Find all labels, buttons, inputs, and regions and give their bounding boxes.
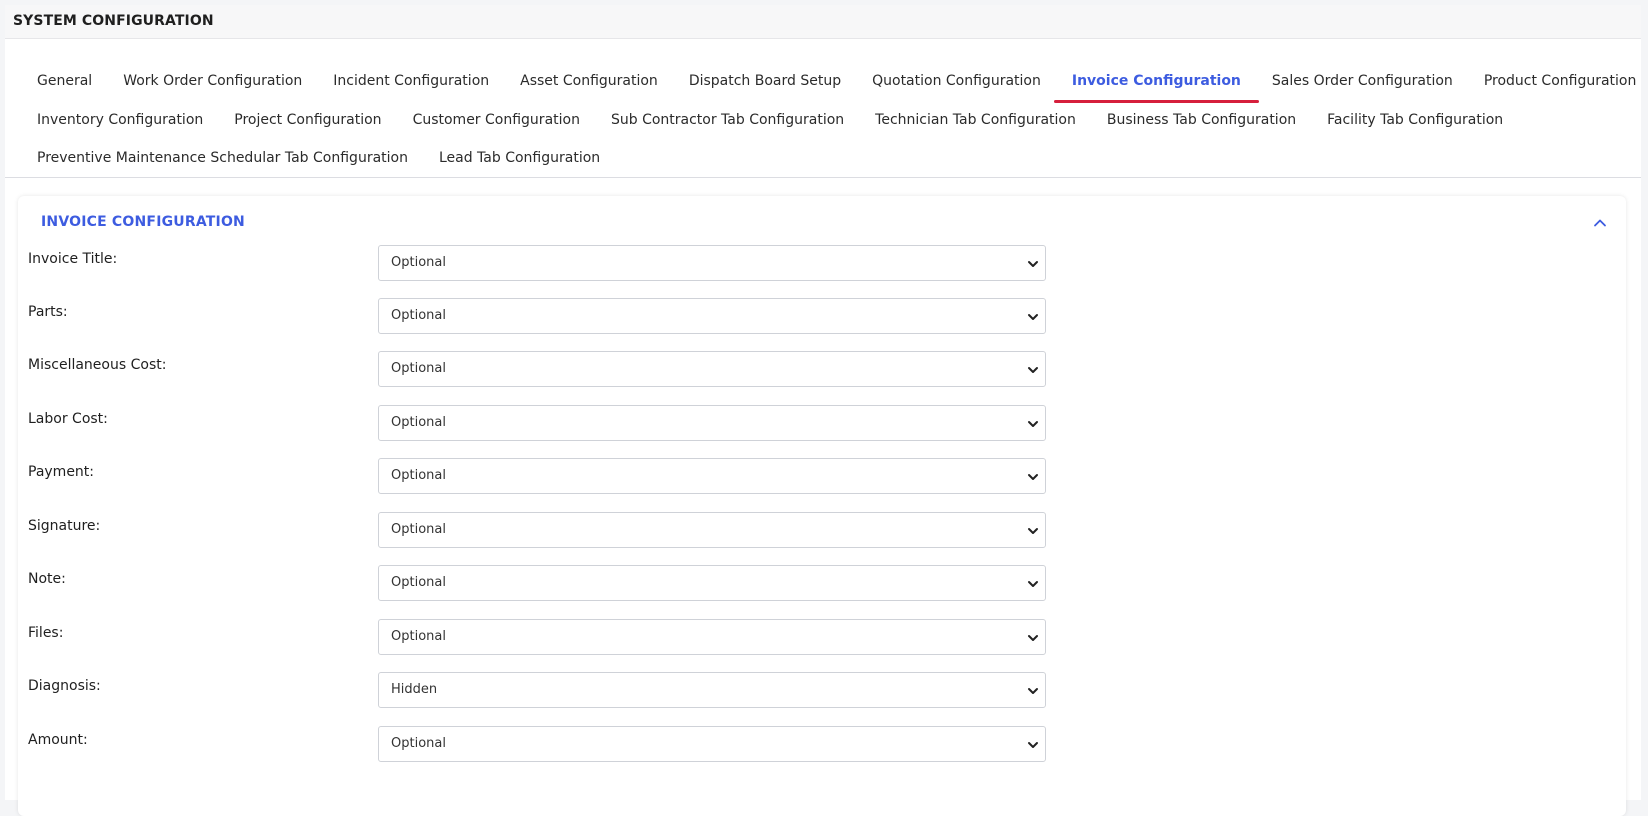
note-select[interactable]: Optional [378,565,1046,601]
field-miscellaneous-cost: Miscellaneous Cost: Optional [28,351,1128,389]
field-label: Amount: [28,732,88,748]
content-area: General Work Order Configuration Inciden… [5,39,1641,816]
amount-select[interactable]: Optional [378,726,1046,762]
chevron-down-icon [1028,314,1038,320]
tab-sales-order-configuration[interactable]: Sales Order Configuration [1272,69,1453,93]
chevron-down-icon [1028,367,1038,373]
chevron-down-icon [1028,421,1038,427]
panel-title: INVOICE CONFIGURATION [41,214,245,230]
field-signature: Signature: Optional [28,512,1128,550]
chevron-up-icon[interactable] [1592,215,1608,231]
page-title: SYSTEM CONFIGURATION [13,13,214,29]
select-value: Optional [391,255,446,270]
select-value: Optional [391,468,446,483]
chevron-down-icon [1028,261,1038,267]
tab-sub-contractor-configuration[interactable]: Sub Contractor Tab Configuration [611,108,844,132]
tab-product-configuration[interactable]: Product Configuration [1484,69,1637,93]
tab-row-2: Inventory Configuration Project Configur… [37,108,1534,132]
select-value: Optional [391,415,446,430]
tab-incident-configuration[interactable]: Incident Configuration [333,69,489,93]
diagnosis-select[interactable]: Hidden [378,672,1046,708]
tab-general[interactable]: General [37,69,92,93]
tab-row-1: General Work Order Configuration Inciden… [37,69,1648,103]
tab-project-configuration[interactable]: Project Configuration [234,108,381,132]
tab-invoice-configuration[interactable]: Invoice Configuration [1053,69,1259,103]
select-value: Optional [391,361,446,376]
field-label: Files: [28,625,64,641]
field-label: Invoice Title: [28,251,118,267]
chevron-down-icon [1028,528,1038,534]
chevron-down-icon [1028,474,1038,480]
tab-quotation-configuration[interactable]: Quotation Configuration [872,69,1041,93]
tab-inventory-configuration[interactable]: Inventory Configuration [37,108,203,132]
tab-asset-configuration[interactable]: Asset Configuration [520,69,658,93]
tab-preventive-maintenance-configuration[interactable]: Preventive Maintenance Schedular Tab Con… [37,146,408,170]
chevron-down-icon [1028,635,1038,641]
field-payment: Payment: Optional [28,458,1128,496]
invoice-config-panel: INVOICE CONFIGURATION Invoice Title: Opt… [18,196,1626,816]
chevron-down-icon [1028,688,1038,694]
payment-select[interactable]: Optional [378,458,1046,494]
select-value: Optional [391,629,446,644]
select-value: Optional [391,575,446,590]
chevron-down-icon [1028,581,1038,587]
field-note: Note: Optional [28,565,1128,603]
tab-technician-configuration[interactable]: Technician Tab Configuration [875,108,1076,132]
tab-business-configuration[interactable]: Business Tab Configuration [1107,108,1296,132]
select-value: Optional [391,308,446,323]
field-invoice-title: Invoice Title: Optional [28,245,1128,283]
parts-select[interactable]: Optional [378,298,1046,334]
chevron-down-icon [1028,742,1038,748]
field-label: Signature: [28,518,101,534]
select-value: Optional [391,522,446,537]
files-select[interactable]: Optional [378,619,1046,655]
invoice-title-select[interactable]: Optional [378,245,1046,281]
field-labor-cost: Labor Cost: Optional [28,405,1128,443]
signature-select[interactable]: Optional [378,512,1046,548]
field-files: Files: Optional [28,619,1128,657]
field-label: Miscellaneous Cost: [28,357,167,373]
select-value: Hidden [391,682,438,697]
labor-cost-select[interactable]: Optional [378,405,1046,441]
field-amount: Amount: Optional [28,726,1128,764]
miscellaneous-cost-select[interactable]: Optional [378,351,1046,387]
field-label: Parts: [28,304,68,320]
tab-row-3: Preventive Maintenance Schedular Tab Con… [37,146,631,170]
tab-customer-configuration[interactable]: Customer Configuration [413,108,580,132]
field-label: Labor Cost: [28,411,108,427]
field-label: Note: [28,571,66,587]
field-diagnosis: Diagnosis: Hidden [28,672,1128,710]
tab-lead-configuration[interactable]: Lead Tab Configuration [439,146,600,170]
config-tabs: General Work Order Configuration Inciden… [5,39,1641,178]
field-parts: Parts: Optional [28,298,1128,336]
tab-work-order-configuration[interactable]: Work Order Configuration [123,69,302,93]
select-value: Optional [391,736,446,751]
tab-dispatch-board-setup[interactable]: Dispatch Board Setup [689,69,841,93]
field-label: Diagnosis: [28,678,101,694]
tab-facility-configuration[interactable]: Facility Tab Configuration [1327,108,1503,132]
page-header: SYSTEM CONFIGURATION [5,5,1641,39]
field-label: Payment: [28,464,95,480]
